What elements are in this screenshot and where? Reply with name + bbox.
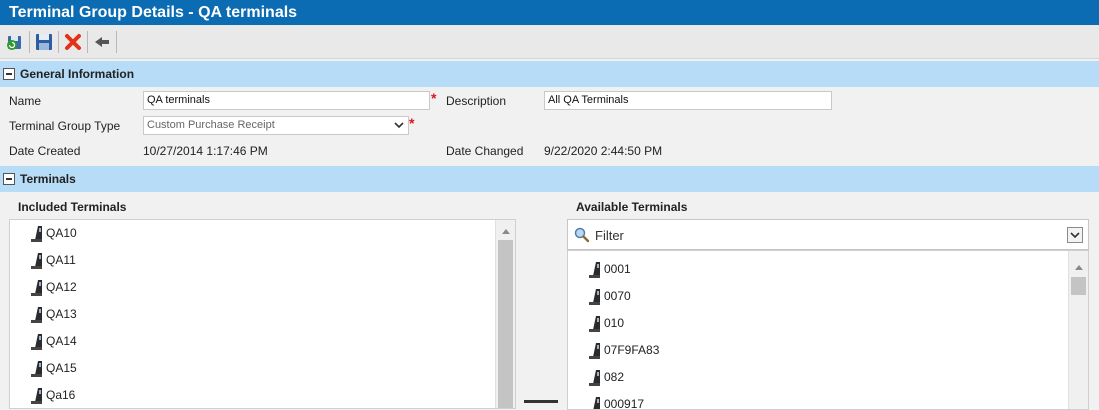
terminal-icon <box>31 280 42 296</box>
delete-icon[interactable] <box>64 33 82 51</box>
list-item-label: 082 <box>604 370 625 384</box>
required-marker: * <box>409 115 415 131</box>
terminal-icon <box>589 289 600 305</box>
list-item-label: QA13 <box>46 307 77 321</box>
filter-dropdown-button[interactable] <box>1067 227 1083 243</box>
required-marker: * <box>431 90 437 106</box>
terminal-icon <box>31 388 42 404</box>
terminal-group-type-value: Custom Purchase Receipt <box>147 119 275 131</box>
refresh-save-icon[interactable] <box>6 33 24 51</box>
name-label: Name <box>9 94 42 108</box>
terminal-group-type-label: Terminal Group Type <box>9 119 121 133</box>
list-item-label: QA15 <box>46 361 77 375</box>
list-item-label: QA11 <box>46 253 76 267</box>
list-item-label: 0070 <box>604 289 631 303</box>
scrollbar-thumb[interactable] <box>1071 277 1086 295</box>
toolbar-separator <box>87 31 88 53</box>
general-information-header[interactable]: General Information <box>0 61 1099 87</box>
terminal-icon <box>589 262 600 278</box>
list-item-label: 000917 <box>604 397 645 410</box>
date-created-label: Date Created <box>9 144 81 158</box>
toolbar-separator <box>29 31 30 53</box>
section-title: General Information <box>20 67 135 81</box>
list-item-label: Qa16 <box>46 388 76 402</box>
available-terminals-list[interactable]: 0001 0070 010 07F9FA83 082 000917 <box>567 250 1089 410</box>
list-item-label: 07F9FA83 <box>604 343 660 357</box>
list-item-label: QA14 <box>46 334 77 348</box>
scrollbar[interactable] <box>495 220 515 408</box>
included-terminals-title: Included Terminals <box>18 200 127 214</box>
list-item-label: 0001 <box>604 262 631 276</box>
list-item-label: QA10 <box>46 226 77 240</box>
scrollbar-thumb[interactable] <box>498 240 513 408</box>
date-changed-label: Date Changed <box>446 144 524 158</box>
scroll-up-icon[interactable] <box>1075 265 1083 270</box>
collapse-icon[interactable] <box>3 173 15 185</box>
name-field[interactable]: QA terminals <box>143 91 430 110</box>
window-title: Terminal Group Details - QA terminals <box>0 0 1099 25</box>
toolbar-separator <box>58 31 59 53</box>
terminal-icon <box>31 361 42 377</box>
included-terminals-list[interactable]: QA10 QA11 QA12 QA13 QA14 QA15 Qa16 <box>9 219 516 409</box>
terminal-icon <box>589 370 600 386</box>
terminals-header[interactable]: Terminals <box>0 166 1099 192</box>
terminal-icon <box>31 334 42 350</box>
description-label: Description <box>446 94 507 108</box>
scroll-up-icon[interactable] <box>502 229 510 234</box>
terminal-icon <box>589 316 600 332</box>
terminal-icon <box>31 253 42 269</box>
terminal-group-type-select[interactable]: Custom Purchase Receipt <box>143 116 409 135</box>
save-icon[interactable] <box>35 33 53 51</box>
search-icon <box>574 227 590 243</box>
terminal-icon <box>31 307 42 323</box>
section-title: Terminals <box>20 172 76 186</box>
toolbar-separator <box>116 31 117 53</box>
scrollbar[interactable] <box>1068 251 1088 409</box>
toolbar <box>0 25 1099 59</box>
available-terminals-title: Available Terminals <box>576 200 688 214</box>
list-item-label: QA12 <box>46 280 77 294</box>
back-icon[interactable] <box>93 33 111 51</box>
terminal-icon <box>589 343 600 359</box>
filter-input[interactable]: Filter <box>595 228 624 243</box>
terminal-icon <box>31 226 42 242</box>
terminal-icon <box>593 397 600 409</box>
description-field[interactable]: All QA Terminals <box>544 91 832 110</box>
chevron-down-icon <box>1070 232 1080 239</box>
date-created-value: 10/27/2014 1:17:46 PM <box>143 144 268 158</box>
chevron-down-icon <box>394 122 404 129</box>
list-item-label: 010 <box>604 316 625 330</box>
collapse-icon[interactable] <box>3 68 15 80</box>
date-changed-value: 9/22/2020 2:44:50 PM <box>544 144 663 158</box>
filter-box[interactable]: Filter <box>567 219 1089 250</box>
